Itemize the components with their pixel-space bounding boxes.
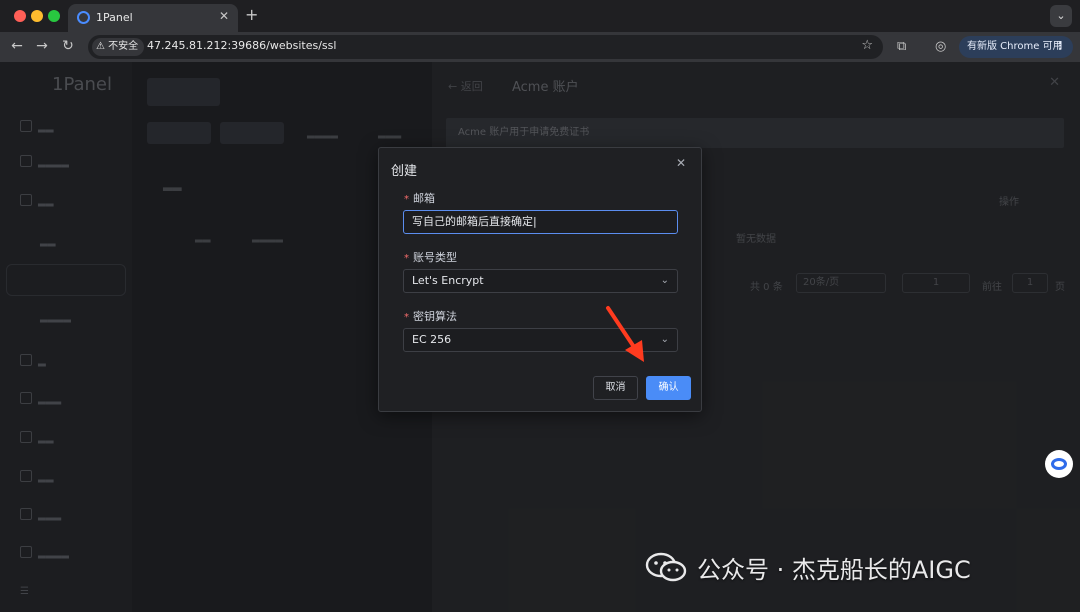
floating-assistant-button[interactable] (1045, 450, 1073, 478)
watermark-text: 公众号 · 杰克船长的AIGC (697, 556, 971, 584)
planet-icon (1051, 458, 1067, 470)
annotation-arrow (606, 306, 644, 362)
wechat-logo-icon (645, 552, 687, 582)
